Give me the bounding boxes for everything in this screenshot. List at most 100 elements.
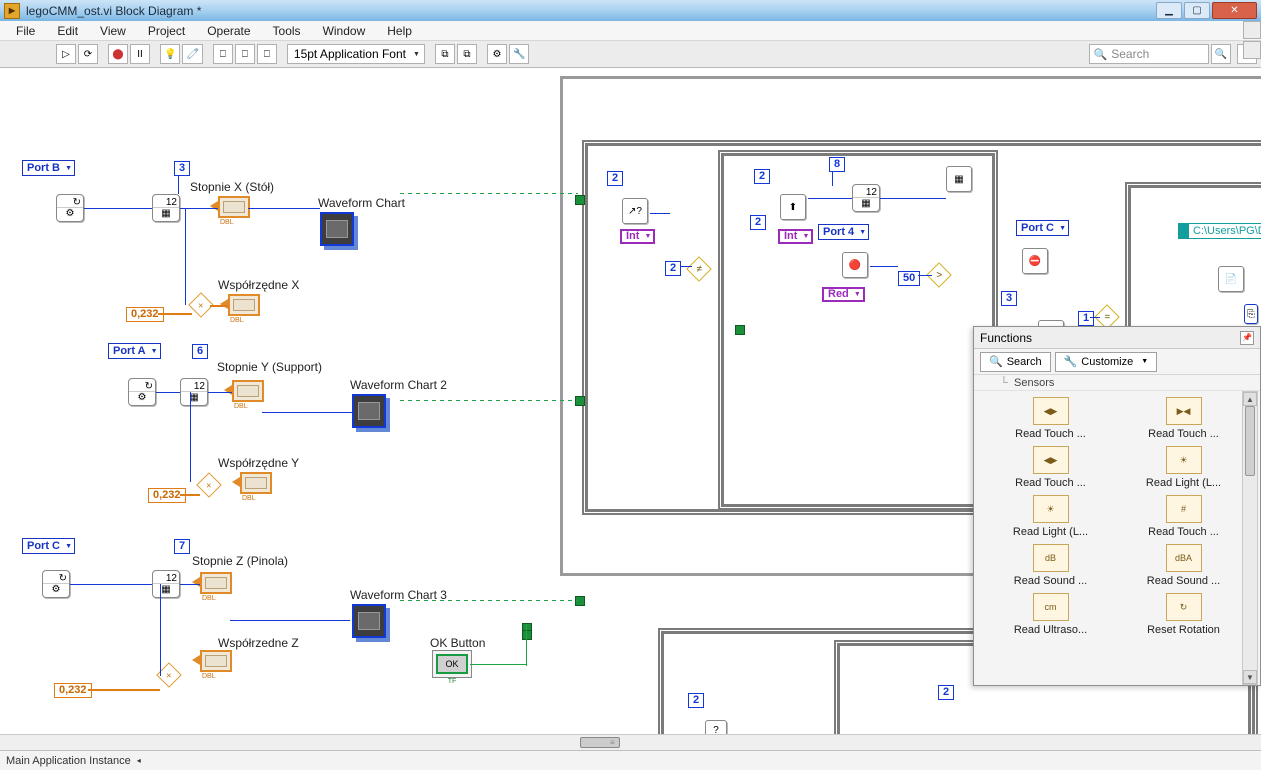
scroll-down-icon[interactable]: ▼ [1243, 670, 1257, 684]
palette-item[interactable]: dBARead Sound ... [1119, 544, 1248, 587]
const-3b[interactable]: 3 [1001, 291, 1017, 306]
step-out-button[interactable]: ⎕ [257, 44, 277, 64]
error-cluster-node[interactable]: ⎘ [1244, 304, 1258, 324]
palette-item[interactable]: ◀▶Read Touch ... [986, 446, 1115, 489]
palette-item[interactable]: ▶◀Read Touch ... [1119, 397, 1248, 440]
menu-edit[interactable]: Edit [47, 22, 88, 40]
read-rotation-b-node[interactable]: ↻⚙ [56, 194, 84, 222]
index-array-node[interactable]: 12▦ [152, 194, 180, 222]
run-button[interactable]: ▷ [56, 44, 76, 64]
palette-search-button[interactable]: 🔍Search [980, 352, 1051, 372]
functions-palette[interactable]: Functions 📌 🔍Search 🔧Customize Sensors ◀… [973, 326, 1261, 686]
port-c-selector[interactable]: Port C [22, 538, 75, 554]
motor-on-node[interactable]: ⬆ [780, 194, 806, 220]
palette-customize-button[interactable]: 🔧Customize [1055, 352, 1158, 372]
scroll-thumb[interactable] [1245, 406, 1255, 476]
canvas-horizontal-scrollbar[interactable]: ≡ [0, 734, 1261, 750]
menu-tools[interactable]: Tools [263, 22, 311, 40]
enum-int-2[interactable]: Int [778, 229, 813, 244]
palette-item[interactable]: ☀Read Light (L... [986, 495, 1115, 538]
waveform-chart-2[interactable] [352, 394, 386, 428]
search-go-button[interactable]: 🔍 [1211, 44, 1231, 64]
chevron-left-icon[interactable]: ◂ [137, 756, 141, 765]
palette-item[interactable]: #Read Touch ... [1119, 495, 1248, 538]
multiply-y-node[interactable]: × [196, 472, 221, 497]
enum-int-1[interactable]: Int [620, 229, 655, 244]
const-2e[interactable]: 2 [688, 693, 704, 708]
const-2d[interactable]: 2 [750, 215, 766, 230]
palette-item[interactable]: cmRead Ultraso... [986, 593, 1115, 636]
sensor-icon: ☀ [1033, 495, 1069, 523]
pin-icon[interactable]: 📌 [1240, 331, 1254, 345]
port-b-selector[interactable]: Port B [22, 160, 75, 176]
open-file-node[interactable]: 📄 [1218, 266, 1244, 292]
index-array-node-3[interactable]: 12▦ [152, 570, 180, 598]
palette-scrollbar[interactable]: ▲ ▼ [1242, 391, 1258, 685]
port-4-selector[interactable]: Port 4 [818, 224, 869, 240]
label-waveform-chart: Waveform Chart [318, 196, 405, 210]
const-7[interactable]: 7 [174, 539, 190, 554]
enum-red[interactable]: Red [822, 287, 865, 302]
menu-help[interactable]: Help [377, 22, 422, 40]
highlight-exec-button[interactable]: 💡 [160, 44, 180, 64]
tf-tag: TF [432, 678, 472, 685]
close-button[interactable] [1212, 2, 1257, 19]
palette-item[interactable]: ◀▶Read Touch ... [986, 397, 1115, 440]
search-input[interactable]: 🔍 Search [1089, 44, 1209, 64]
ok-button-control[interactable]: OK [432, 650, 472, 678]
menu-file[interactable]: File [6, 22, 45, 40]
menu-view[interactable]: View [90, 22, 136, 40]
retain-wire-button[interactable]: 🧷 [182, 44, 202, 64]
step-into-button[interactable]: ⎕ [213, 44, 233, 64]
reorder-button[interactable]: ⚙ [487, 44, 507, 64]
distribute-objects-button[interactable]: ⧉ [457, 44, 477, 64]
waveform-chart-3[interactable] [352, 604, 386, 638]
const-6[interactable]: 6 [192, 344, 208, 359]
cleanup-button[interactable]: 🔧 [509, 44, 529, 64]
search-icon: 🔍 [989, 355, 1003, 368]
palette-item[interactable]: ↻Reset Rotation [1119, 593, 1248, 636]
align-objects-button[interactable]: ⧉ [435, 44, 455, 64]
stop-node[interactable]: ▦ [946, 166, 972, 192]
file-path-constant[interactable]: C:\Users\PG\D [1178, 223, 1261, 239]
select-function-node[interactable]: ↗? [622, 198, 648, 224]
color-sensor-node[interactable]: 🔴 [842, 252, 868, 278]
palette-item[interactable]: ☀Read Light (L... [1119, 446, 1248, 489]
brake-motor-node[interactable]: ⛔ [1022, 248, 1048, 274]
menu-operate[interactable]: Operate [197, 22, 260, 40]
const-50[interactable]: 50 [898, 271, 920, 286]
port-c2-selector[interactable]: Port C [1016, 220, 1069, 236]
const-3[interactable]: 3 [174, 161, 190, 176]
not-equal-node[interactable]: ≠ [686, 256, 711, 281]
abort-button[interactable]: ⬤ [108, 44, 128, 64]
menu-project[interactable]: Project [138, 22, 195, 40]
run-continuous-button[interactable]: ⟳ [78, 44, 98, 64]
font-select[interactable]: 15pt Application Font [287, 44, 425, 64]
const-0232-z[interactable]: 0,232 [54, 683, 92, 698]
wire [1090, 317, 1100, 318]
index-array-node-2[interactable]: 12▦ [180, 378, 208, 406]
const-1[interactable]: 1 [1078, 311, 1094, 326]
read-rotation-c-node[interactable]: ↻⚙ [42, 570, 70, 598]
scroll-up-icon[interactable]: ▲ [1243, 392, 1257, 406]
const-2f[interactable]: 2 [938, 685, 954, 700]
label-ok-button: OK Button [430, 636, 485, 650]
const-2c[interactable]: 2 [754, 169, 770, 184]
index-array-node-4[interactable]: 12▦ [852, 184, 880, 212]
step-over-button[interactable]: ⎕ [235, 44, 255, 64]
port-a-selector[interactable]: Port A [108, 343, 161, 359]
pause-button[interactable]: II [130, 44, 150, 64]
menu-window[interactable]: Window [313, 22, 376, 40]
wire [158, 313, 192, 315]
read-rotation-a-node[interactable]: ↻⚙ [128, 378, 156, 406]
const-2b[interactable]: 2 [665, 261, 681, 276]
indicator-stopnie-y: DBL [232, 380, 264, 402]
label-stopnie-z: Stopnie Z (Pinola) [192, 554, 288, 568]
waveform-chart-1[interactable] [320, 212, 354, 246]
const-8[interactable]: 8 [829, 157, 845, 172]
maximize-button[interactable] [1184, 2, 1210, 19]
minimize-button[interactable] [1156, 2, 1182, 19]
const-2a[interactable]: 2 [607, 171, 623, 186]
toolbar-corner-icon [1243, 41, 1261, 59]
palette-item[interactable]: dBRead Sound ... [986, 544, 1115, 587]
